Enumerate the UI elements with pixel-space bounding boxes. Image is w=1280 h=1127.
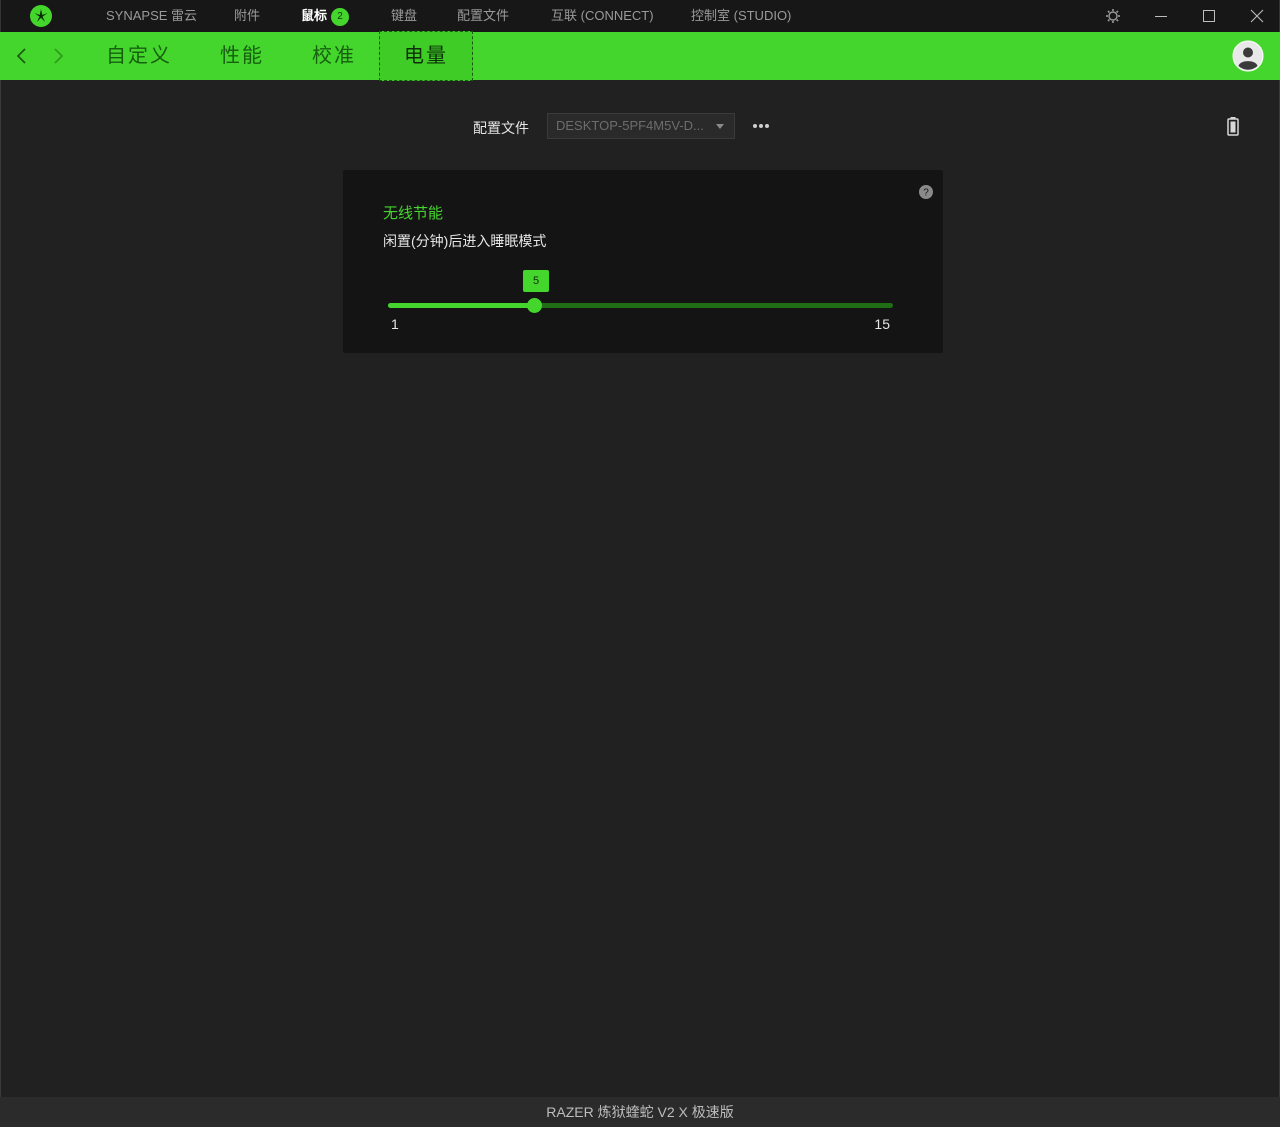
card-subtitle: 闲置(分钟)后进入睡眠模式 xyxy=(383,233,547,249)
title-bar: SYNAPSE 雷云 附件 鼠标 2 键盘 配置文件 互联 (CONNECT) 控… xyxy=(0,0,1280,32)
nav-connect-label: 互联 (CONNECT) xyxy=(551,8,654,23)
slider-min-label: 1 xyxy=(391,316,399,332)
nav-accessories[interactable]: 附件 xyxy=(234,0,260,32)
sub-nav-bar: 自定义 性能 校准 电量 xyxy=(0,31,1280,81)
forward-arrow-icon[interactable] xyxy=(46,44,70,68)
window-border-left xyxy=(0,80,1,1097)
device-name-footer: RAZER 炼狱蝰蛇 V2 X 极速版 xyxy=(0,1097,1280,1127)
maximize-icon[interactable] xyxy=(1185,0,1233,32)
nav-profiles[interactable]: 配置文件 xyxy=(457,0,509,32)
user-avatar-icon[interactable] xyxy=(1232,40,1264,72)
profile-dropdown[interactable]: DESKTOP-5PF4M5V-D... xyxy=(547,113,735,139)
profile-label: 配置文件 xyxy=(473,120,529,136)
nav-synapse[interactable]: SYNAPSE 雷云 xyxy=(106,0,197,32)
nav-connect[interactable]: 互联 (CONNECT) xyxy=(551,0,654,32)
nav-mouse-label: 鼠标 xyxy=(301,8,328,23)
mouse-count-badge: 2 xyxy=(331,8,350,26)
slider-thumb[interactable] xyxy=(527,298,542,313)
nav-keyboard[interactable]: 键盘 xyxy=(391,0,417,32)
nav-studio[interactable]: 控制室 (STUDIO) xyxy=(691,0,791,32)
wireless-power-saving-card: ? 无线节能 闲置(分钟)后进入睡眠模式 5 1 15 xyxy=(343,170,943,353)
more-options-icon[interactable] xyxy=(749,116,773,136)
nav-profiles-label: 配置文件 xyxy=(457,8,510,23)
close-icon[interactable] xyxy=(1233,0,1280,32)
tab-calibration[interactable]: 校准 xyxy=(312,32,356,80)
tab-customize[interactable]: 自定义 xyxy=(106,32,172,80)
nav-studio-label: 控制室 (STUDIO) xyxy=(691,8,792,23)
razer-logo-icon[interactable] xyxy=(29,4,53,28)
profile-row: 配置文件 DESKTOP-5PF4M5V-D... xyxy=(0,112,1280,142)
settings-gear-icon[interactable] xyxy=(1089,0,1137,32)
slider-fill xyxy=(388,303,534,308)
nav-accessories-label: 附件 xyxy=(234,8,261,23)
profile-dropdown-value: DESKTOP-5PF4M5V-D... xyxy=(556,118,704,133)
card-title: 无线节能 xyxy=(383,205,444,222)
help-icon[interactable]: ? xyxy=(918,184,934,200)
chevron-down-icon xyxy=(716,124,724,129)
nav-mouse[interactable]: 鼠标 2 xyxy=(301,0,350,32)
svg-text:?: ? xyxy=(923,188,929,199)
tab-power[interactable]: 电量 xyxy=(379,31,473,81)
tab-performance[interactable]: 性能 xyxy=(220,32,264,80)
nav-synapse-label: SYNAPSE 雷云 xyxy=(106,8,198,23)
back-arrow-icon[interactable] xyxy=(10,44,34,68)
minimize-icon[interactable] xyxy=(1137,0,1185,32)
sleep-timer-slider[interactable]: 5 1 15 xyxy=(388,270,893,332)
slider-value-tooltip: 5 xyxy=(523,270,549,292)
battery-icon xyxy=(1227,117,1239,136)
slider-max-label: 15 xyxy=(874,316,890,332)
nav-keyboard-label: 键盘 xyxy=(391,8,418,23)
